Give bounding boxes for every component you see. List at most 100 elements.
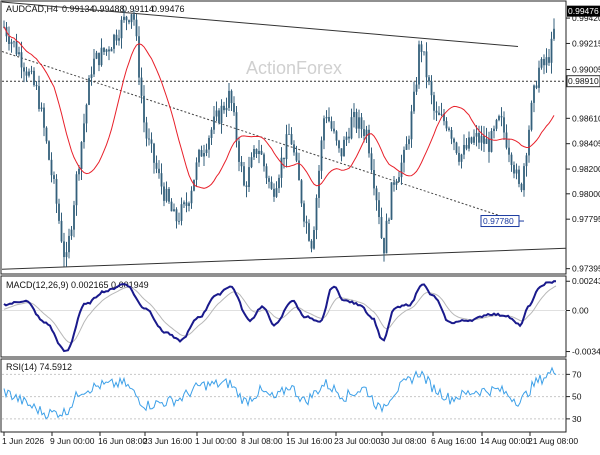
candle-body <box>148 138 150 140</box>
candle-body <box>413 91 415 112</box>
time-tick-label: 23 Jun 16:00 <box>143 436 192 446</box>
candle-body <box>498 116 500 120</box>
candle-body <box>550 38 553 63</box>
watermark: ActionForex <box>246 58 342 78</box>
candle-body <box>13 41 15 43</box>
candle-body <box>490 131 493 152</box>
candle-body <box>533 85 535 103</box>
rsi-tick-label: 50 <box>572 392 582 402</box>
candle-body <box>540 59 543 68</box>
candle-body <box>525 155 528 167</box>
candle-body <box>300 180 303 204</box>
candle-body <box>435 110 438 113</box>
candle-body <box>395 181 398 185</box>
price-tick-label: 0.98000 <box>572 189 600 199</box>
time-tick-label: 23 Jul 00:00 <box>334 436 381 446</box>
candle-body <box>288 133 290 135</box>
candle-body <box>333 128 335 132</box>
candle-body <box>390 182 393 220</box>
candle-body <box>410 111 413 140</box>
candle-body <box>123 16 125 20</box>
candle-body <box>50 159 53 176</box>
candle-body <box>153 143 155 163</box>
candle-body <box>100 47 103 66</box>
candle-body <box>175 209 178 222</box>
candle-body <box>398 177 400 182</box>
candle-body <box>330 121 333 129</box>
price-tick-label: 0.97395 <box>572 264 600 274</box>
candle-body <box>113 34 115 49</box>
candle-body <box>80 142 83 170</box>
candle-body <box>220 105 223 123</box>
price-tick-label: 0.97795 <box>572 214 600 224</box>
candle-body <box>373 170 375 189</box>
candle-body <box>213 116 215 130</box>
candle-body <box>218 110 220 123</box>
candle-body <box>538 67 540 88</box>
candle-body <box>478 133 480 143</box>
candle-body <box>283 157 285 160</box>
candle-body <box>120 19 123 39</box>
rsi-title: RSI(14) 74.5912 <box>6 362 72 372</box>
candle-body <box>173 209 175 212</box>
hline-price-label: 0.98910 <box>568 76 599 86</box>
candle-body <box>203 153 205 157</box>
candle-body <box>518 169 520 184</box>
candle-body <box>340 148 343 157</box>
candle-body <box>345 136 348 140</box>
candle-body <box>285 134 288 160</box>
candle-body <box>135 19 138 37</box>
chart-canvas[interactable]: AUDCAD,H4 0.99134 0.99488 0.99114 0.9947… <box>0 0 600 450</box>
price-panel: AUDCAD,H4 0.99134 0.99488 0.99114 0.9947… <box>0 0 600 275</box>
candle-body <box>465 144 468 149</box>
time-tick-label: 6 Aug 16:00 <box>431 436 477 446</box>
price-tick-label: 0.98200 <box>572 164 600 174</box>
candle-body <box>103 47 105 52</box>
low-annotation: 0.97780 <box>483 216 514 226</box>
candle-body <box>155 162 158 169</box>
candle-body <box>118 38 120 41</box>
candle-body <box>270 181 273 189</box>
candle-body <box>165 188 168 201</box>
candle-body <box>35 85 38 87</box>
candle-body <box>520 183 523 191</box>
candle-body <box>308 223 310 241</box>
candle-body <box>370 153 373 171</box>
candle-body <box>323 118 325 141</box>
candle-body <box>510 154 513 165</box>
candle-body <box>28 71 30 76</box>
candle-body <box>208 137 210 150</box>
candle-body <box>253 148 255 158</box>
macd-tick-label: 0.00243 <box>572 276 600 286</box>
candle-body <box>310 240 313 249</box>
candle-body <box>85 104 88 124</box>
candle-body <box>263 154 265 167</box>
candle-body <box>200 149 203 157</box>
candle-body <box>228 90 230 108</box>
candle-body <box>68 235 70 253</box>
candle-body <box>168 188 170 202</box>
candle-body <box>405 144 408 150</box>
candle-body <box>403 149 405 163</box>
candle-body <box>408 139 410 145</box>
candle-body <box>303 203 305 222</box>
candle-body <box>65 252 68 258</box>
rsi-tick-label: 70 <box>572 369 582 379</box>
candle-body <box>190 190 193 204</box>
candle-body <box>215 110 218 117</box>
candle-body <box>420 44 423 53</box>
candle-body <box>428 77 430 82</box>
candle-body <box>415 84 418 92</box>
price-tick-label: 0.98405 <box>572 139 600 149</box>
candle-body <box>483 135 485 144</box>
symbol-label: AUDCAD,H4 <box>6 4 58 14</box>
candle-body <box>363 129 365 136</box>
candle-body <box>183 202 185 205</box>
candle-body <box>530 102 533 130</box>
candle-body <box>48 141 50 160</box>
candle-body <box>20 52 23 68</box>
candle-body <box>40 107 43 109</box>
candle-body <box>88 78 90 105</box>
candle-body <box>470 137 473 143</box>
candle-body <box>160 173 163 187</box>
